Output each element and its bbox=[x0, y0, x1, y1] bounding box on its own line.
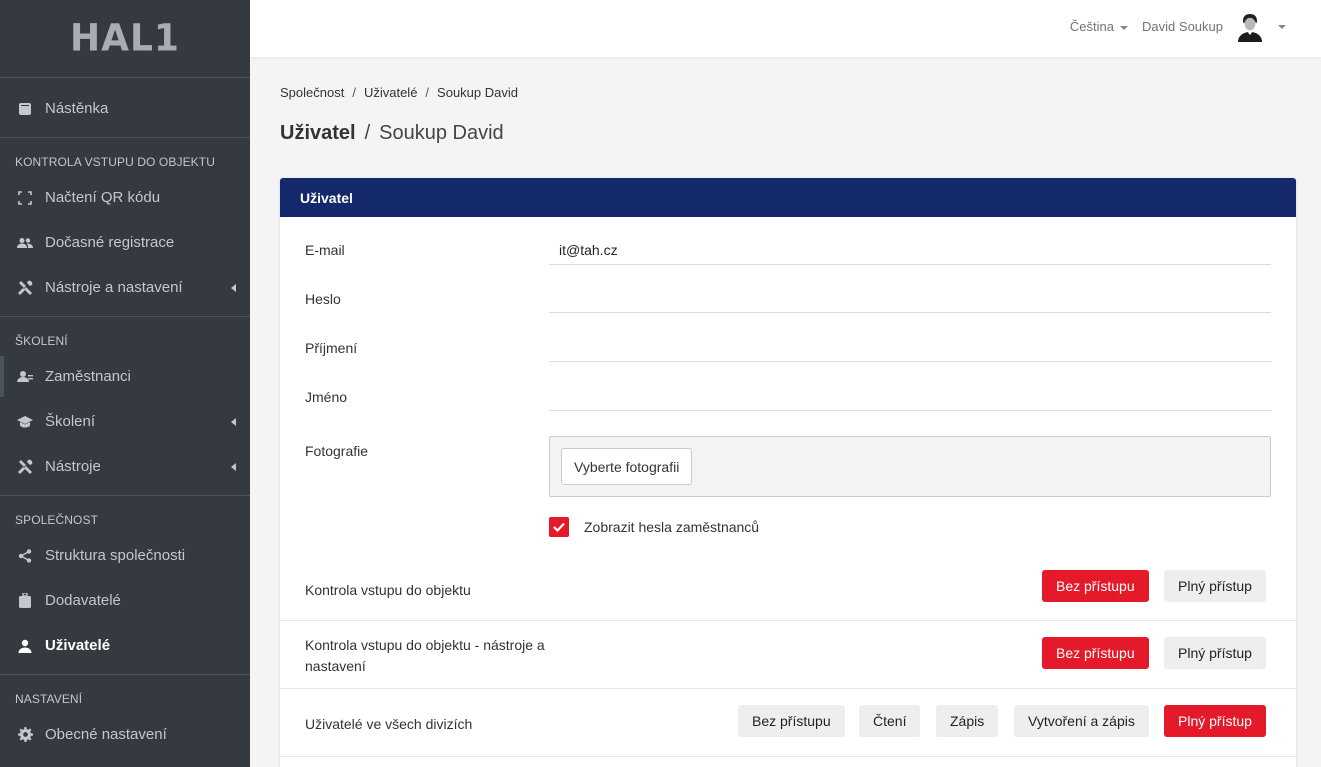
title-separator: / bbox=[364, 122, 371, 144]
employees-icon bbox=[16, 368, 34, 386]
sidebar-item-label: Uživatelé bbox=[45, 637, 111, 654]
sidebar-item-tools-settings[interactable]: Nástroje a nastavení bbox=[0, 265, 250, 310]
full-access-button[interactable]: Plný přístup bbox=[1164, 705, 1266, 737]
firstname-field[interactable] bbox=[549, 384, 1271, 411]
check-icon bbox=[553, 522, 565, 532]
graduation-cap-icon bbox=[16, 413, 34, 431]
permission-label: Uživatelé ve všech divizích bbox=[305, 716, 473, 732]
show-passwords-checkbox[interactable] bbox=[549, 517, 569, 537]
sidebar-header: SPOLEČNOST bbox=[15, 513, 99, 527]
write-button[interactable]: Zápis bbox=[936, 705, 999, 737]
permission-row: Kontrola vstupu do objektu Bez přístupu … bbox=[280, 553, 1296, 621]
card-header: Uživatel bbox=[280, 178, 1296, 217]
sidebar-item-tools[interactable]: Nástroje bbox=[0, 444, 250, 489]
sidebar-item-label: Nástroje bbox=[45, 458, 101, 475]
create-and-write-button[interactable]: Vytvoření a zápis bbox=[1014, 705, 1149, 737]
sidebar-item-suppliers[interactable]: Dodavatelé bbox=[0, 578, 250, 623]
users-icon bbox=[16, 234, 34, 252]
sidebar-item-label: Obecné nastavení bbox=[45, 726, 167, 743]
breadcrumb: Společnost / Uživatelé / Soukup David bbox=[280, 85, 518, 100]
page-title-sub: Soukup David bbox=[379, 122, 504, 144]
full-access-button[interactable]: Plný přístup bbox=[1164, 637, 1266, 669]
chevron-left-icon bbox=[231, 462, 236, 471]
firstname-label: Jméno bbox=[305, 389, 348, 405]
choose-photo-button[interactable]: Vyberte fotografii bbox=[561, 448, 693, 485]
chevron-left-icon bbox=[231, 417, 236, 426]
tools-icon bbox=[16, 458, 34, 476]
sidebar-item-dashboard[interactable]: Nástěnka bbox=[0, 86, 250, 131]
email-field[interactable]: it@tah.cz bbox=[549, 238, 1271, 265]
permission-label: Kontrola vstupu do objektu bbox=[305, 582, 471, 598]
share-icon bbox=[16, 547, 34, 565]
breadcrumb-item-current: Soukup David bbox=[437, 85, 518, 100]
caret-down-icon[interactable] bbox=[1278, 25, 1286, 29]
sidebar-item-label: Dodavatelé bbox=[45, 592, 121, 609]
gear-icon bbox=[16, 726, 34, 744]
show-passwords-label: Zobrazit hesla zaměstnanců bbox=[584, 519, 760, 535]
surname-label: Příjmení bbox=[305, 340, 358, 356]
page-title: Uživatel / Soukup David bbox=[280, 122, 504, 145]
brand[interactable]: HAL1 bbox=[0, 0, 250, 78]
sidebar-item-general-settings[interactable]: Obecné nastavení bbox=[0, 712, 250, 757]
password-field[interactable] bbox=[549, 286, 1271, 313]
sidebar-item-label: Načtení QR kódu bbox=[45, 189, 161, 206]
dashboard-icon bbox=[16, 100, 34, 118]
photo-upload: Vyberte fotografii bbox=[549, 436, 1271, 497]
photo-label: Fotografie bbox=[305, 443, 369, 459]
sidebar-item-employees[interactable]: Zaměstnanci bbox=[0, 354, 250, 399]
sidebar-item-label: Školení bbox=[45, 413, 96, 430]
top-navbar: Čeština David Soukup bbox=[250, 0, 1321, 57]
briefcase-icon bbox=[16, 592, 34, 610]
sidebar-item-qr[interactable]: Načtení QR kódu bbox=[0, 175, 250, 220]
user-form-card: Uživatel E-mail it@tah.cz Heslo Příjmení… bbox=[280, 178, 1296, 767]
full-access-button[interactable]: Plný přístup bbox=[1164, 570, 1266, 602]
no-access-button[interactable]: Bez přístupu bbox=[1042, 637, 1149, 669]
sidebar-item-trainings[interactable]: Školení bbox=[0, 399, 250, 444]
language-label: Čeština bbox=[1069, 19, 1114, 34]
password-label: Heslo bbox=[305, 291, 341, 307]
sidebar-item-label: Struktura společnosti bbox=[45, 547, 186, 564]
breadcrumb-separator: / bbox=[425, 85, 430, 100]
sidebar: HAL1 Nástěnka KONTROLA VSTUPU DO OBJEKTU… bbox=[0, 0, 250, 767]
surname-field[interactable] bbox=[549, 335, 1271, 362]
sidebar-header: NASTAVENÍ bbox=[15, 692, 83, 706]
breadcrumb-separator: / bbox=[352, 85, 356, 100]
sidebar-item-label: Zaměstnanci bbox=[45, 368, 131, 385]
page-title-main: Uživatel bbox=[280, 122, 356, 144]
breadcrumb-item[interactable]: Uživatelé bbox=[364, 85, 417, 100]
no-access-button[interactable]: Bez přístupu bbox=[1042, 570, 1149, 602]
brand-logo: HAL1 bbox=[70, 16, 180, 61]
tools-icon bbox=[16, 279, 34, 297]
permission-row: Kontrola vstupu do objektu - nástroje a … bbox=[280, 621, 1296, 689]
caret-down-icon bbox=[1120, 25, 1128, 30]
email-label: E-mail bbox=[305, 242, 345, 258]
sidebar-item-company-structure[interactable]: Struktura společnosti bbox=[0, 533, 250, 578]
avatar[interactable] bbox=[1235, 12, 1265, 42]
qr-scan-icon bbox=[16, 189, 34, 207]
read-button[interactable]: Čtení bbox=[859, 705, 921, 737]
user-name: David Soukup bbox=[1142, 19, 1223, 34]
breadcrumb-item[interactable]: Společnost bbox=[280, 85, 344, 100]
user-icon bbox=[16, 637, 34, 655]
no-access-button[interactable]: Bez přístupu bbox=[738, 705, 845, 737]
sidebar-item-label: Dočasné registrace bbox=[45, 234, 175, 251]
sidebar-item-temporary-registrations[interactable]: Dočasné registrace bbox=[0, 220, 250, 265]
chevron-left-icon bbox=[231, 283, 236, 292]
permission-label: Kontrola vstupu do objektu - nástroje a … bbox=[305, 637, 545, 674]
permission-row: Uživatelé ve všech divizích Bez přístupu… bbox=[280, 689, 1296, 757]
sidebar-item-label: Nástroje a nastavení bbox=[45, 279, 183, 296]
sidebar-item-label: Nástěnka bbox=[45, 100, 109, 117]
user-menu[interactable]: David Soukup bbox=[1142, 19, 1223, 34]
sidebar-header: ŠKOLENÍ bbox=[15, 334, 68, 348]
sidebar-header: KONTROLA VSTUPU DO OBJEKTU bbox=[15, 155, 215, 169]
language-dropdown[interactable]: Čeština bbox=[1070, 19, 1128, 34]
sidebar-item-users[interactable]: Uživatelé bbox=[0, 623, 250, 668]
